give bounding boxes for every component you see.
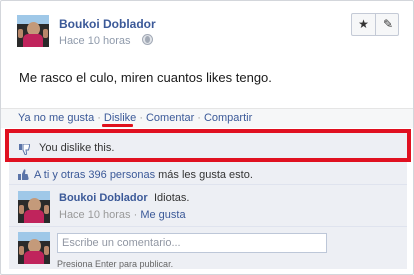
enter-hint: Presiona Enter para publicar. [57,259,174,269]
separator: · [133,209,138,221]
comment-input[interactable] [57,233,327,253]
post-timestamp[interactable]: Hace 10 horas [59,35,131,47]
author-name[interactable]: Boukoi Doblador [59,17,156,31]
comment-meta: Hace 10 horas · Me gusta [59,209,186,221]
dislike-link[interactable]: Dislike [104,112,136,124]
comment-timestamp[interactable]: Hace 10 horas [59,209,131,221]
separator: · [97,112,101,124]
comment-author[interactable]: Boukoi Doblador [59,192,148,204]
globe-icon [142,34,153,45]
comment-composer: Presiona Enter para publicar. [9,229,407,271]
share-link[interactable]: Compartir [204,112,252,124]
comment-link[interactable]: Comentar [146,112,194,124]
commenter-avatar[interactable] [18,191,50,223]
dislike-highlight-box: You dislike this. [5,129,411,162]
separator: · [139,112,143,124]
likes-suffix: más les gusta esto. [155,169,253,181]
post-options-group: ★ ✎ [351,13,399,36]
pencil-icon[interactable]: ✎ [376,14,400,35]
comment-text: Idiotas. [154,192,190,204]
dislike-underline-annotation [102,124,133,127]
likes-text: A ti y otras 396 personas más les gusta … [34,169,253,181]
dislike-text: You dislike this. [39,142,115,154]
separator: · [197,112,201,124]
viewer-avatar [18,232,50,264]
comment-like-link[interactable]: Me gusta [140,209,185,221]
post-actions-bar: Ya no me gusta · Dislike · Comentar · Comparti… [1,108,413,128]
post-card: Boukoi Doblador Hace 10 horas ★ ✎ Me ras… [0,0,414,275]
thumbs-down-icon [19,144,30,155]
likes-people-link[interactable]: A ti y otras 396 personas [34,169,155,181]
author-avatar[interactable] [17,15,49,47]
likes-summary: A ti y otras 396 personas más les gusta … [9,165,407,185]
thumbs-up-icon [18,169,29,180]
star-icon[interactable]: ★ [352,14,376,35]
unlike-link[interactable]: Ya no me gusta [18,112,94,124]
comment-item: Boukoi Doblador Idiotas. Hace 10 horas ·… [9,187,407,227]
post-status-text: Me rasco el culo, miren cuantos likes te… [19,70,272,85]
